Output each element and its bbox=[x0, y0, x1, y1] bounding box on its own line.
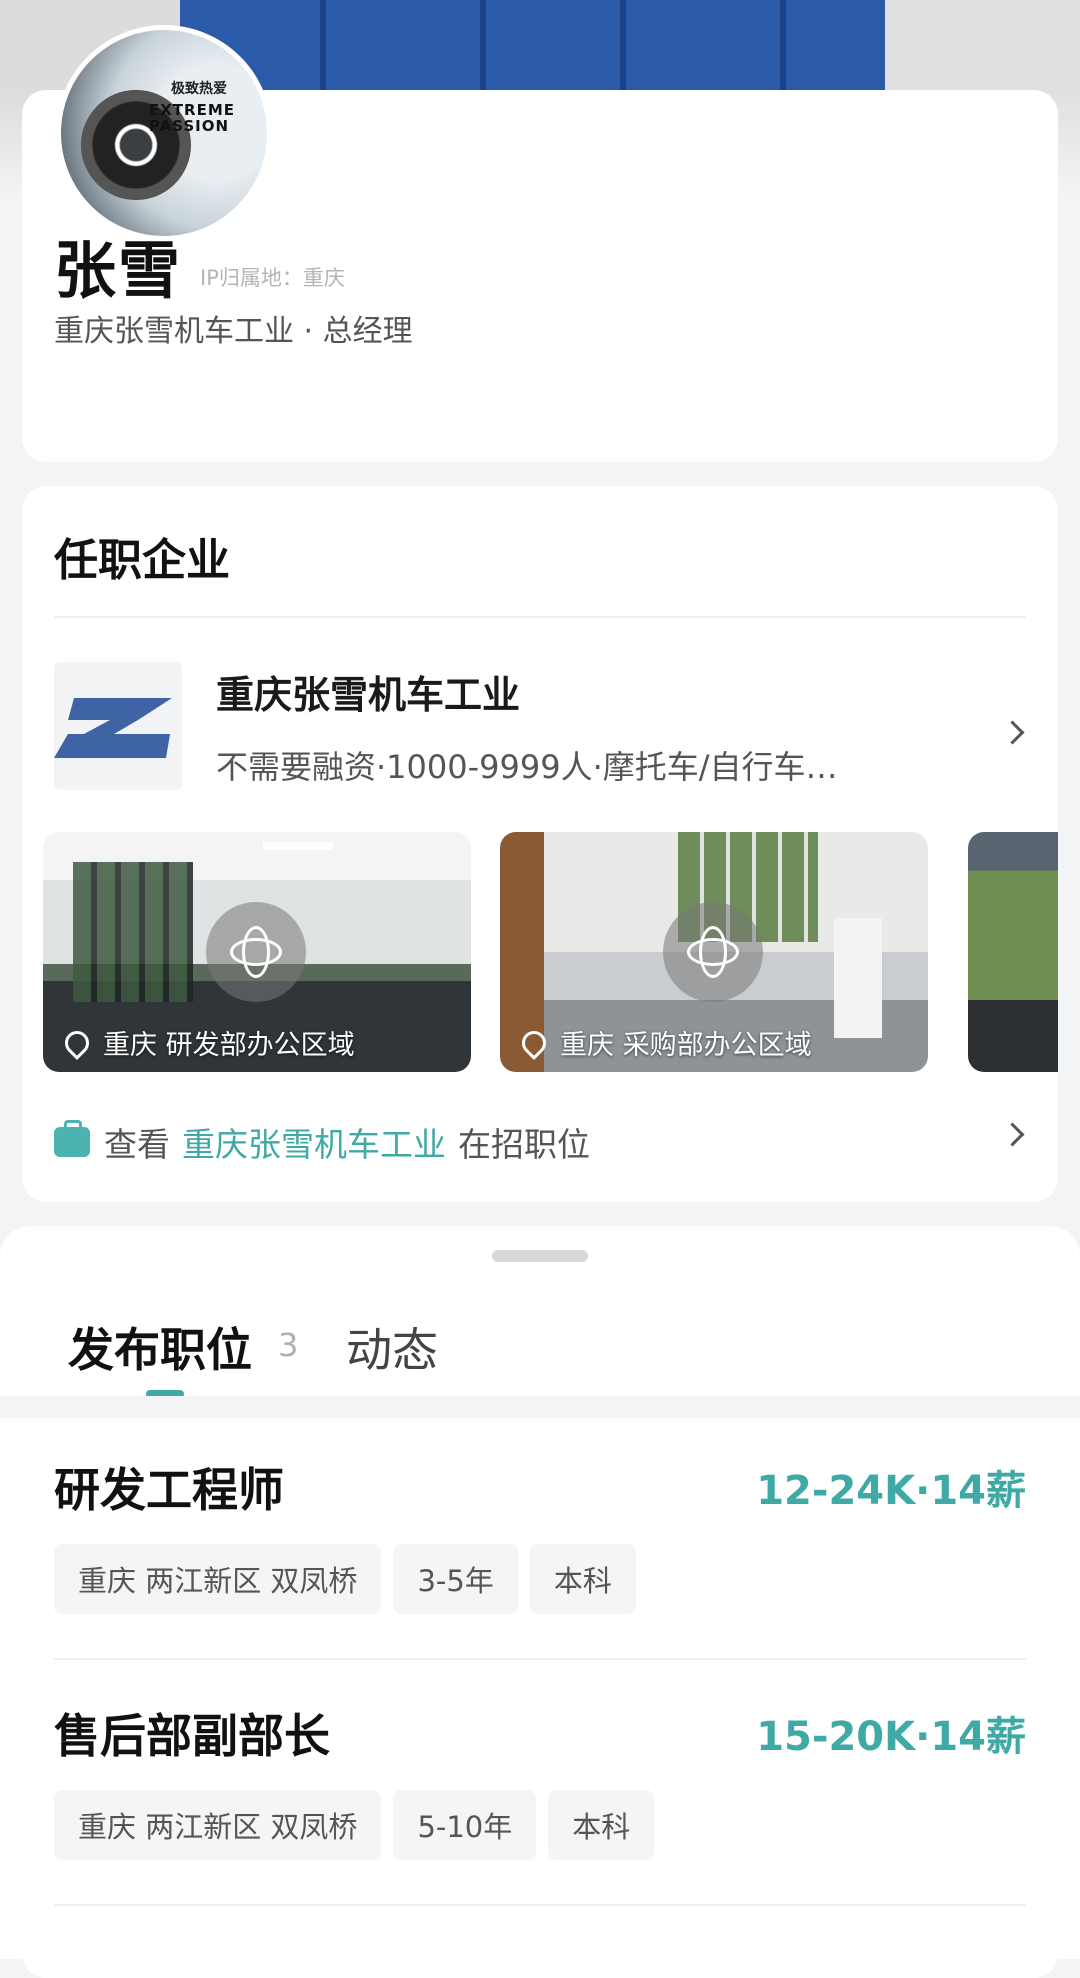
office-photo-2[interactable]: 重庆 采购部办公区域 bbox=[500, 832, 928, 1072]
photo-light bbox=[263, 842, 333, 850]
jobs-link-prefix: 查看 bbox=[104, 1125, 170, 1164]
job-list: 研发工程师 12-24K·14薪 重庆 两江新区 双凤桥 3-5年 本科 售后部… bbox=[22, 1418, 1058, 1978]
photo-caption-text: 重庆 研发部办公区域 bbox=[103, 1030, 355, 1061]
bg-stripe bbox=[780, 0, 786, 90]
jobs-link-company: 重庆张雪机车工业 bbox=[182, 1125, 446, 1164]
divider bbox=[54, 1658, 1026, 1660]
job-tags: 重庆 两江新区 双凤桥 5-10年 本科 bbox=[54, 1790, 655, 1860]
job-title: 研发工程师 bbox=[54, 1463, 284, 1517]
profile-card: 极致热爱 EXTREME PASSION 张雪 IP归属地：重庆 重庆张雪机车工… bbox=[22, 25, 1058, 462]
briefcase-icon bbox=[54, 1120, 90, 1157]
location-pin-icon bbox=[60, 1025, 94, 1060]
view-jobs-link[interactable]: 查看 重庆张雪机车工业 在招职位 bbox=[54, 1118, 590, 1166]
pano-360-icon[interactable] bbox=[663, 902, 763, 1002]
company-logo-icon bbox=[54, 696, 172, 758]
bottom-sheet: 发布职位 3 动态 研发工程师 12-24K·14薪 重庆 两江新区 双凤桥 3… bbox=[0, 1226, 1080, 1978]
photo-cabinet bbox=[834, 918, 882, 1038]
profile-title: 重庆张雪机车工业 · 总经理 bbox=[54, 314, 413, 349]
company-card: 任职企业 重庆张雪机车工业 不需要融资·1000-9999人·摩托车/自行车… … bbox=[22, 486, 1058, 1202]
drag-handle[interactable] bbox=[492, 1250, 588, 1262]
job-tag-experience: 5-10年 bbox=[393, 1790, 537, 1860]
profile-name: 张雪 bbox=[54, 234, 183, 307]
job-tag-education: 本科 bbox=[548, 1790, 655, 1860]
ip-location: IP归属地：重庆 bbox=[200, 266, 345, 290]
avatar-text-en: EXTREME PASSION bbox=[149, 101, 236, 135]
section-title: 任职企业 bbox=[54, 535, 230, 586]
bg-stripe bbox=[480, 0, 486, 90]
pano-360-icon[interactable] bbox=[206, 902, 306, 1002]
photo-caption: 重庆 研发部办公区域 bbox=[60, 1023, 355, 1062]
jobs-link-suffix: 在招职位 bbox=[458, 1125, 590, 1164]
avatar-text-cn: 极致热爱 bbox=[171, 81, 227, 97]
company-meta: 不需要融资·1000-9999人·摩托车/自行车… bbox=[216, 748, 838, 786]
divider bbox=[54, 616, 1026, 618]
job-salary: 12-24K·14薪 bbox=[756, 1468, 1026, 1514]
office-photo-3-partial[interactable] bbox=[968, 832, 1058, 1072]
job-salary: 15-20K·14薪 bbox=[756, 1714, 1026, 1760]
bg-stripe bbox=[620, 0, 626, 90]
photo-caption: 重庆 采购部办公区域 bbox=[517, 1023, 812, 1062]
job-title: 售后部副部长 bbox=[54, 1709, 330, 1763]
photo-caption-text: 重庆 采购部办公区域 bbox=[560, 1030, 812, 1061]
office-photo-1[interactable]: 重庆 研发部办公区域 bbox=[43, 832, 471, 1072]
job-tag-location: 重庆 两江新区 双凤桥 bbox=[54, 1544, 382, 1614]
sheet-separator bbox=[0, 1396, 1080, 1418]
job-tag-location: 重庆 两江新区 双凤桥 bbox=[54, 1790, 382, 1860]
tab-posted-jobs[interactable]: 发布职位 bbox=[68, 1314, 252, 1380]
photo-window bbox=[73, 862, 193, 1002]
chevron-right-icon[interactable] bbox=[1000, 1122, 1025, 1147]
job-item[interactable]: 售后部副部长 15-20K·14薪 重庆 两江新区 双凤桥 5-10年 本科 bbox=[22, 1700, 1058, 1900]
job-tag-education: 本科 bbox=[529, 1544, 636, 1614]
tab-posted-count: 3 bbox=[278, 1326, 299, 1364]
job-tag-experience: 3-5年 bbox=[393, 1544, 518, 1614]
company-name[interactable]: 重庆张雪机车工业 bbox=[216, 664, 520, 719]
location-pin-icon bbox=[517, 1025, 551, 1060]
job-tags: 重庆 两江新区 双凤桥 3-5年 本科 bbox=[54, 1544, 636, 1614]
chevron-right-icon[interactable] bbox=[1000, 720, 1025, 745]
bg-stripe bbox=[320, 0, 326, 90]
divider bbox=[54, 1904, 1026, 1906]
job-item[interactable]: 研发工程师 12-24K·14薪 重庆 两江新区 双凤桥 3-5年 本科 bbox=[22, 1454, 1058, 1654]
company-logo[interactable] bbox=[54, 662, 182, 790]
tab-activity[interactable]: 动态 bbox=[346, 1314, 438, 1380]
avatar[interactable]: 极致热爱 EXTREME PASSION bbox=[56, 25, 272, 241]
